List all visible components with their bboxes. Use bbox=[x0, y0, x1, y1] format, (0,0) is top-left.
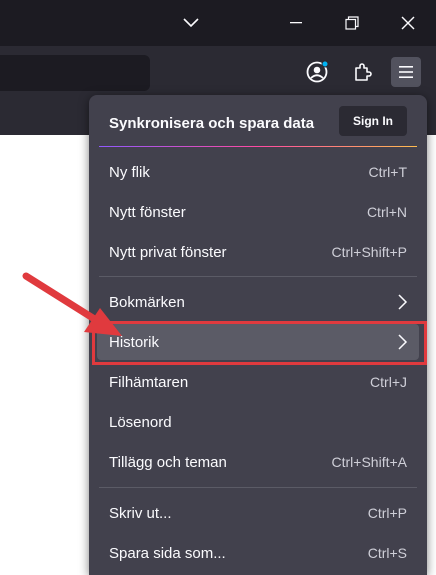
menu-item-print[interactable]: Skriv ut... Ctrl+P bbox=[97, 495, 419, 531]
menu-item-save-page-as[interactable]: Spara sida som... Ctrl+S bbox=[97, 535, 419, 571]
account-icon bbox=[306, 60, 329, 83]
sync-divider bbox=[99, 146, 417, 147]
menu-item-label: Lösenord bbox=[109, 414, 172, 431]
menu-item-new-private-window[interactable]: Nytt privat fönster Ctrl+Shift+P bbox=[97, 234, 419, 270]
menu-item-label: Nytt fönster bbox=[109, 204, 186, 221]
close-icon bbox=[401, 16, 415, 30]
restore-icon bbox=[345, 16, 359, 30]
menu-item-shortcut: Ctrl+Shift+A bbox=[331, 454, 407, 470]
menu-item-downloads[interactable]: Filhämtaren Ctrl+J bbox=[97, 364, 419, 400]
menu-item-label: Skriv ut... bbox=[109, 505, 172, 522]
menu-item-label: Filhämtaren bbox=[109, 374, 189, 391]
menu-item-label: Ny flik bbox=[109, 164, 150, 181]
sign-in-button[interactable]: Sign In bbox=[339, 106, 407, 136]
extensions-button[interactable] bbox=[349, 58, 377, 86]
sync-title: Synkronisera och spara data bbox=[109, 115, 315, 132]
menu-item-shortcut: Ctrl+T bbox=[368, 164, 408, 180]
list-all-tabs-button[interactable] bbox=[174, 0, 208, 46]
account-button[interactable] bbox=[303, 58, 331, 86]
title-bar bbox=[0, 0, 436, 46]
menu-item-new-window[interactable]: Nytt fönster Ctrl+N bbox=[97, 194, 419, 230]
menu-item-label: Tillägg och teman bbox=[109, 454, 227, 471]
chevron-right-icon bbox=[398, 294, 408, 310]
annotation-highlight-box bbox=[92, 321, 427, 365]
menu-item-shortcut: Ctrl+Shift+P bbox=[331, 244, 407, 260]
sync-header[interactable]: Synkronisera och spara data Sign In bbox=[89, 95, 427, 147]
application-menu-button[interactable] bbox=[391, 57, 421, 87]
menu-item-bookmarks[interactable]: Bokmärken bbox=[97, 284, 419, 320]
menu-item-addons-themes[interactable]: Tillägg och teman Ctrl+Shift+A bbox=[97, 444, 419, 480]
menu-separator bbox=[99, 487, 417, 488]
menu-item-shortcut: Ctrl+N bbox=[366, 204, 407, 220]
menu-item-shortcut: Ctrl+J bbox=[370, 374, 407, 390]
url-bar[interactable] bbox=[0, 55, 150, 91]
menu-item-label: Spara sida som... bbox=[109, 545, 226, 562]
chevron-down-icon bbox=[183, 18, 199, 28]
menu-item-passwords[interactable]: Lösenord bbox=[97, 404, 419, 440]
close-button[interactable] bbox=[388, 0, 428, 46]
menu-item-new-tab[interactable]: Ny flik Ctrl+T bbox=[97, 154, 419, 190]
menu-item-shortcut: Ctrl+P bbox=[367, 505, 407, 521]
restore-button[interactable] bbox=[332, 0, 372, 46]
menu-item-label: Nytt privat fönster bbox=[109, 244, 227, 261]
menu-separator bbox=[99, 276, 417, 277]
navigation-toolbar bbox=[0, 46, 436, 97]
hamburger-menu-icon bbox=[399, 66, 413, 78]
extensions-icon bbox=[355, 63, 372, 81]
minimize-icon bbox=[290, 22, 302, 24]
minimize-button[interactable] bbox=[276, 0, 316, 46]
annotation-arrow-icon bbox=[22, 272, 122, 336]
menu-item-shortcut: Ctrl+S bbox=[367, 545, 407, 561]
